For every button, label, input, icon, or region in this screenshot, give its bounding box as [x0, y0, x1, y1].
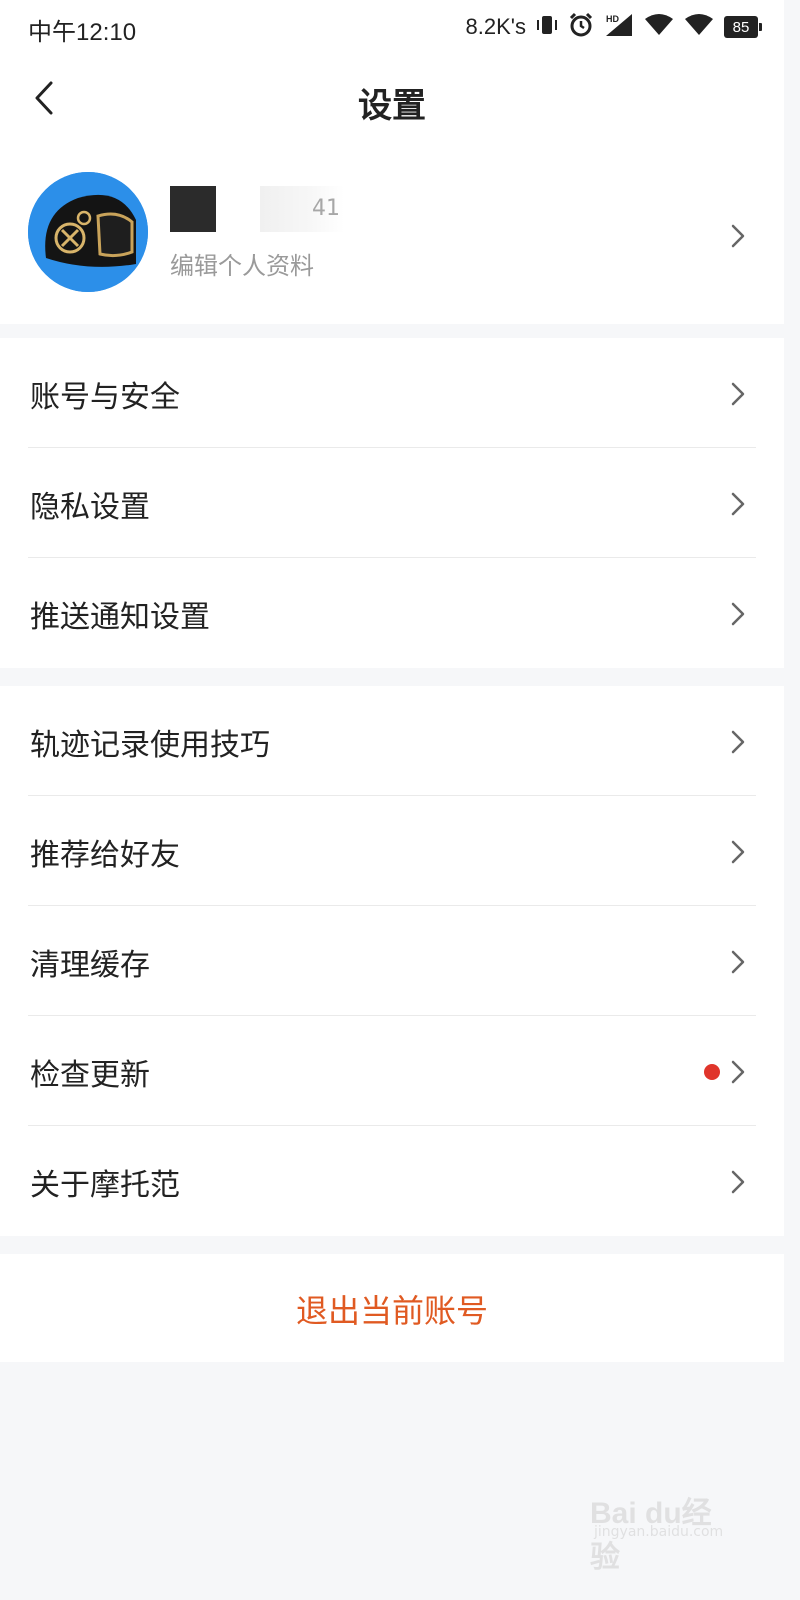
- battery-icon: 85: [724, 16, 762, 38]
- name-redaction: [170, 186, 216, 232]
- alarm-icon: [568, 12, 594, 42]
- watermark-url: jingyan.baidu.com: [594, 1524, 724, 1540]
- helmet-avatar-icon: [28, 172, 148, 292]
- row-label: 推送通知设置: [30, 600, 210, 635]
- privacy-settings-row[interactable]: 隐私设置: [0, 448, 784, 558]
- logout-bar: 退出当前账号: [0, 1254, 784, 1362]
- status-time: 中午12:10: [28, 19, 137, 46]
- network-speed: 8.2K's: [465, 14, 526, 39]
- row-label: 隐私设置: [30, 490, 150, 525]
- hd-signal-icon: HD: [604, 12, 634, 42]
- chevron-right-icon: [731, 840, 745, 864]
- check-update-row[interactable]: 检查更新: [0, 1016, 784, 1126]
- status-bar: 中午12:10 8.2K's HD 85: [0, 0, 784, 56]
- logout-button[interactable]: 退出当前账号: [0, 1286, 784, 1332]
- chevron-right-icon: [731, 492, 745, 516]
- settings-group-account: 账号与安全 隐私设置 推送通知设置: [0, 338, 784, 668]
- track-tips-row[interactable]: 轨迹记录使用技巧: [0, 686, 784, 796]
- profile-row[interactable]: 41 编辑个人资料: [0, 148, 784, 324]
- row-label: 轨迹记录使用技巧: [30, 728, 270, 763]
- profile-name: 41: [170, 186, 344, 232]
- wifi-icon: [684, 13, 714, 41]
- navigation-bar: 设置: [0, 56, 784, 148]
- about-row[interactable]: 关于摩托范: [0, 1126, 784, 1236]
- svg-text:HD: HD: [606, 14, 619, 24]
- clear-cache-row[interactable]: 清理缓存: [0, 906, 784, 1016]
- wifi-icon: [644, 13, 674, 41]
- row-label: 检查更新: [30, 1058, 150, 1093]
- update-badge-dot: [704, 1064, 720, 1080]
- chevron-right-icon: [731, 382, 745, 406]
- chevron-right-icon: [731, 602, 745, 626]
- row-label: 推荐给好友: [30, 838, 180, 873]
- vibrate-icon: [536, 13, 558, 41]
- row-label: 账号与安全: [30, 380, 180, 415]
- status-icons: 8.2K's HD 85: [465, 10, 762, 44]
- page-title: 设置: [358, 86, 426, 126]
- recommend-friends-row[interactable]: 推荐给好友: [0, 796, 784, 906]
- chevron-right-icon: [731, 1060, 745, 1084]
- avatar[interactable]: [28, 172, 148, 292]
- edit-profile-label: 编辑个人资料: [170, 252, 314, 280]
- chevron-right-icon: [731, 1170, 745, 1194]
- chevron-right-icon: [731, 950, 745, 974]
- row-label: 清理缓存: [30, 948, 150, 983]
- push-notification-row[interactable]: 推送通知设置: [0, 558, 784, 668]
- account-security-row[interactable]: 账号与安全: [0, 338, 784, 448]
- chevron-right-icon: [731, 224, 745, 248]
- chevron-right-icon: [731, 730, 745, 754]
- name-fragment: 41: [260, 186, 344, 232]
- row-label: 关于摩托范: [30, 1168, 180, 1203]
- baidu-jingyan-watermark: Bai du经验 jingyan.baidu.com: [590, 1488, 740, 1574]
- settings-group-general: 轨迹记录使用技巧 推荐给好友 清理缓存 检查更新 关于摩托范: [0, 686, 784, 1236]
